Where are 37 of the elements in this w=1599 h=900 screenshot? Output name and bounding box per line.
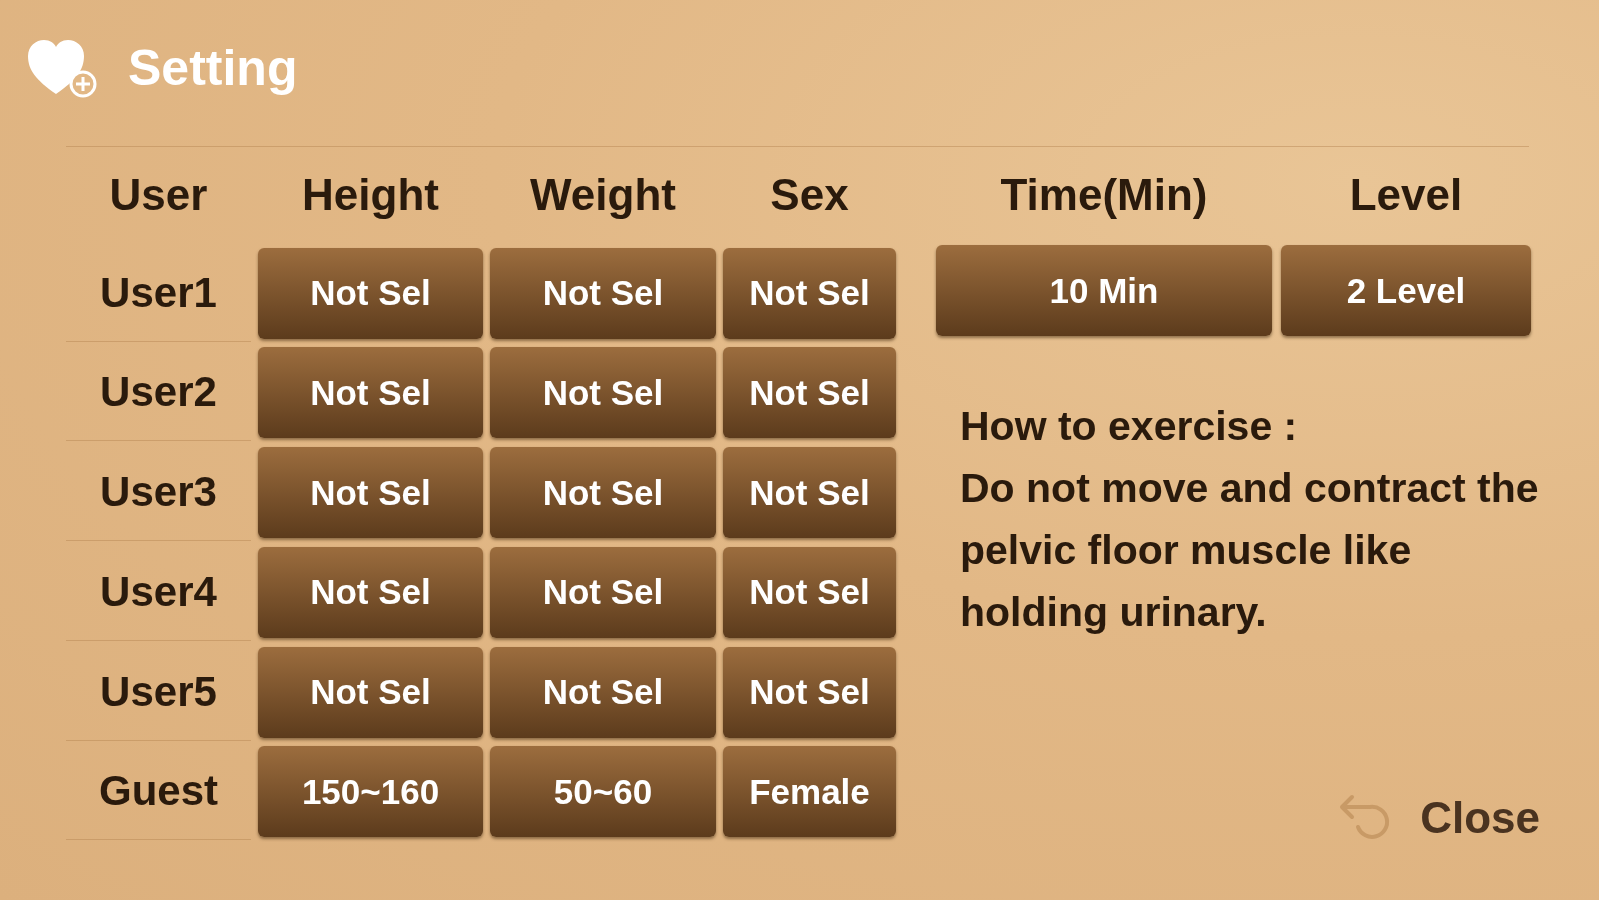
value-button[interactable]: 150~160 (258, 746, 483, 838)
heart-plus-icon (26, 38, 98, 98)
value-button[interactable]: Not Sel (490, 646, 716, 738)
value-button[interactable]: Female (723, 746, 896, 838)
value-button[interactable]: Not Sel (723, 447, 896, 539)
value-button[interactable]: Not Sel (723, 646, 896, 738)
user-label: User2 (66, 344, 251, 442)
value-button[interactable]: Not Sel (258, 646, 483, 738)
value-button[interactable]: Not Sel (490, 247, 716, 339)
value-button[interactable]: Not Sel (258, 247, 483, 339)
column-header: Weight (529, 168, 677, 221)
close-button[interactable]: Close (1336, 793, 1540, 843)
value-button[interactable]: Not Sel (258, 447, 483, 539)
value-button[interactable]: 10 Min (936, 245, 1272, 336)
value-button[interactable]: Not Sel (723, 546, 896, 638)
user-label: Guest (66, 743, 251, 841)
value-button[interactable]: Not Sel (723, 247, 896, 339)
value-button[interactable]: Not Sel (723, 347, 896, 439)
user-label: User4 (66, 543, 251, 641)
instructions-heading: How to exercise : (960, 402, 1299, 451)
value-button[interactable]: Not Sel (258, 347, 483, 439)
value-button[interactable]: Not Sel (258, 546, 483, 638)
user-label: User1 (66, 244, 251, 342)
window-title: Setting (128, 39, 298, 97)
user-label: User5 (66, 643, 251, 741)
value-button[interactable]: 2 Level (1281, 245, 1531, 336)
value-button[interactable]: Not Sel (490, 546, 716, 638)
instructions-text: Do not move and contract the pelvic floor muscle like holding urinary. (960, 464, 1540, 637)
column-header: Height (301, 168, 440, 221)
value-button[interactable]: Not Sel (490, 347, 716, 439)
user-label: User3 (66, 444, 251, 542)
column-header: Sex (769, 168, 850, 221)
column-header: User (108, 168, 209, 221)
value-button[interactable]: 50~60 (490, 746, 716, 838)
value-button[interactable]: Not Sel (490, 447, 716, 539)
column-header: Level (1348, 168, 1464, 221)
column-header: Time(Min) (999, 168, 1209, 221)
